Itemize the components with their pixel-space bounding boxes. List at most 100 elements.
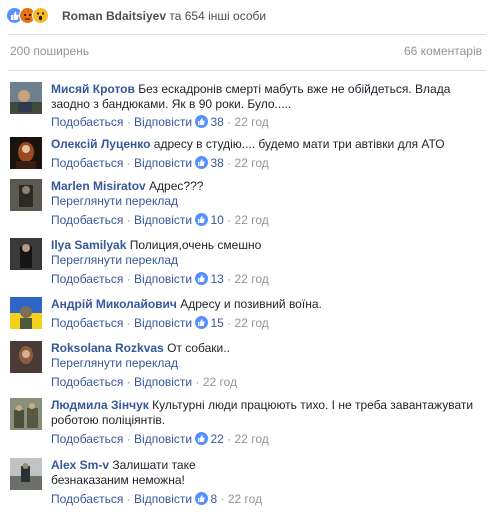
comment-meta: Подобається · Відповісти · 22 год <box>51 375 489 390</box>
comment-author[interactable]: Людмила Зінчук <box>51 398 149 412</box>
comment-body: Андрій Миколайович Адресу и позивний вої… <box>51 297 489 331</box>
avatar[interactable] <box>10 341 42 373</box>
separator: · <box>227 156 232 170</box>
separator: · <box>126 432 131 446</box>
comment-author[interactable]: Alex Sm-v <box>51 458 109 472</box>
avatar[interactable] <box>10 179 42 211</box>
comment-text: адресу в студію.... будемо мати три авті… <box>153 137 445 151</box>
separator: · <box>126 492 131 506</box>
reply-link[interactable]: Відповісти <box>134 156 192 170</box>
reactors-summary: Roman Bdaitsiyev та 654 інші особи <box>62 9 266 23</box>
avatar[interactable] <box>10 137 42 169</box>
shares-count[interactable]: 200 поширень <box>10 44 89 58</box>
avatar[interactable] <box>10 238 42 270</box>
comment-author[interactable]: Олексій Луценко <box>51 137 150 151</box>
separator: · <box>220 492 225 506</box>
like-link[interactable]: Подобається <box>51 492 123 506</box>
separator: · <box>126 375 131 389</box>
like-count[interactable]: 22 <box>210 432 223 446</box>
comment-time[interactable]: 22 год <box>203 375 237 389</box>
comment-author[interactable]: Мисяй Кротов <box>51 82 135 96</box>
divider <box>8 70 486 71</box>
comment-body: Marlen Misiratov Адрес??? Переглянути пе… <box>51 179 489 228</box>
separator: · <box>227 115 232 129</box>
like-link[interactable]: Подобається <box>51 156 123 170</box>
separator: · <box>227 432 232 446</box>
comments-count[interactable]: 66 коментарів <box>404 44 482 58</box>
separator: · <box>126 272 131 286</box>
like-count[interactable]: 15 <box>210 316 223 330</box>
like-count-icon <box>195 156 209 169</box>
like-count[interactable]: 13 <box>210 272 223 286</box>
divider <box>8 34 486 35</box>
comment-meta: Подобається · Відповісти 8 · 22 год <box>51 492 262 507</box>
reactor-rest-text[interactable]: та 654 інші особи <box>166 9 266 23</box>
comment-meta: Подобається · Відповісти 13 · 22 год <box>51 272 489 287</box>
comment-time[interactable]: 22 год <box>235 213 269 227</box>
like-link[interactable]: Подобається <box>51 115 123 129</box>
comment-author[interactable]: Ilya Samilyak <box>51 238 126 252</box>
comment-time[interactable]: 22 год <box>228 492 262 506</box>
comment-time[interactable]: 22 год <box>235 316 269 330</box>
comment-time[interactable]: 22 год <box>235 156 269 170</box>
comment-time[interactable]: 22 год <box>235 272 269 286</box>
wow-icon <box>32 7 49 24</box>
reaction-icons[interactable] <box>6 7 58 25</box>
separator: · <box>227 213 232 227</box>
comment-meta: Подобається · Відповісти 15 · 22 год <box>51 316 489 331</box>
like-link[interactable]: Подобається <box>51 213 123 227</box>
separator: · <box>195 375 200 389</box>
like-count[interactable]: 38 <box>210 156 223 170</box>
separator: · <box>126 115 131 129</box>
comment-body: Roksolana Rozkvas От собаки.. Переглянут… <box>51 341 489 390</box>
like-link[interactable]: Подобається <box>51 272 123 286</box>
reactor-name-link[interactable]: Roman Bdaitsiyev <box>62 9 166 23</box>
comment-text: От собаки.. <box>167 341 230 355</box>
comment-author[interactable]: Андрій Миколайович <box>51 297 177 311</box>
comment-author[interactable]: Marlen Misiratov <box>51 179 146 193</box>
reply-link[interactable]: Відповісти <box>134 316 192 330</box>
comment-author[interactable]: Roksolana Rozkvas <box>51 341 164 355</box>
like-link[interactable]: Подобається <box>51 375 123 389</box>
translate-link[interactable]: Переглянути переклад <box>51 356 489 371</box>
like-count-icon <box>195 432 209 445</box>
like-count-icon <box>195 213 209 226</box>
reply-link[interactable]: Відповісти <box>134 492 192 506</box>
separator: · <box>126 213 131 227</box>
separator: · <box>227 272 232 286</box>
avatar[interactable] <box>10 297 42 329</box>
comment-body: Ilya Samilyak Полиция,очень смешно Перег… <box>51 238 489 287</box>
avatar[interactable] <box>10 82 42 114</box>
separator: · <box>126 156 131 170</box>
comment-meta: Подобається · Відповісти 38 · 22 год <box>51 156 489 171</box>
like-count-icon <box>195 316 209 329</box>
reply-link[interactable]: Відповісти <box>134 432 192 446</box>
like-count-icon <box>195 272 209 285</box>
post-stats: 200 поширень 66 коментарів <box>10 44 486 58</box>
like-count[interactable]: 38 <box>210 115 223 129</box>
reply-link[interactable]: Відповісти <box>134 272 192 286</box>
reply-link[interactable]: Відповісти <box>134 213 192 227</box>
avatar[interactable] <box>10 398 42 430</box>
comment-time[interactable]: 22 год <box>235 432 269 446</box>
reactions-bar: Roman Bdaitsiyev та 654 інші особи <box>0 0 494 34</box>
comment-body: Alex Sm-v Залишати таке безнаказаним нем… <box>51 458 262 507</box>
avatar[interactable] <box>10 458 42 490</box>
like-count[interactable]: 8 <box>210 492 217 506</box>
comment-meta: Подобається · Відповісти 22 · 22 год <box>51 432 489 447</box>
comment-body: Мисяй Кротов Без ескадронів смерті мабут… <box>51 82 489 130</box>
translate-link[interactable]: Переглянути переклад <box>51 194 489 209</box>
reply-link[interactable]: Відповісти <box>134 115 192 129</box>
like-link[interactable]: Подобається <box>51 432 123 446</box>
like-link[interactable]: Подобається <box>51 316 123 330</box>
comment-text: Полиция,очень смешно <box>129 238 262 252</box>
comment-text: Адрес??? <box>149 179 204 193</box>
comment-time[interactable]: 22 год <box>235 115 269 129</box>
like-count[interactable]: 10 <box>210 213 223 227</box>
reply-link[interactable]: Відповісти <box>134 375 192 389</box>
translate-link[interactable]: Переглянути переклад <box>51 253 489 268</box>
comment-text: Адресу и позивний воїна. <box>180 297 322 311</box>
like-count-icon <box>195 492 209 505</box>
comment-meta: Подобається · Відповісти 10 · 22 год <box>51 213 489 228</box>
comment-body: Олексій Луценко адресу в студію.... буде… <box>51 137 489 171</box>
